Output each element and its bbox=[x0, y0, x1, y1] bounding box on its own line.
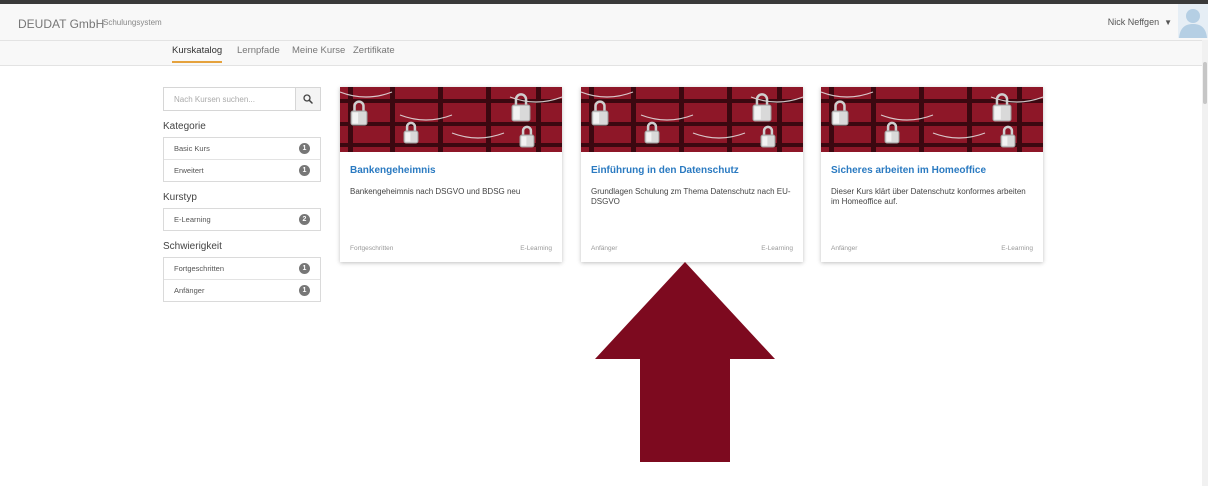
course-type: E-Learning bbox=[1001, 245, 1033, 252]
top-bar: DEUDAT GmbH Schulungsystem Nick Neffgen … bbox=[0, 4, 1208, 41]
user-silhouette-icon bbox=[1179, 9, 1207, 38]
course-type: E-Learning bbox=[761, 245, 793, 252]
filter-item-label: Basic Kurs bbox=[174, 144, 210, 153]
scrollbar[interactable] bbox=[1202, 40, 1208, 486]
filter-item-e-learning[interactable]: E-Learning 2 bbox=[164, 209, 320, 230]
course-description: Bankengeheimnis nach DSGVO und BDSG neu bbox=[350, 187, 521, 196]
filter-item-label: E-Learning bbox=[174, 215, 211, 224]
course-title[interactable]: Bankengeheimnis bbox=[350, 165, 436, 176]
course-title[interactable]: Sicheres arbeiten im Homeoffice bbox=[831, 165, 986, 176]
tab-kurskatalog[interactable]: Kurskatalog bbox=[172, 45, 223, 63]
user-name[interactable]: Nick Neffgen bbox=[1108, 17, 1159, 27]
filter-list-schwierigkeit: Fortgeschritten 1 Anfänger 1 bbox=[163, 257, 321, 302]
search-input[interactable] bbox=[164, 88, 296, 110]
course-level: Anfänger bbox=[591, 245, 618, 252]
up-arrow-icon bbox=[595, 262, 775, 462]
count-badge: 1 bbox=[299, 165, 310, 176]
filter-title-kategorie: Kategorie bbox=[163, 121, 206, 132]
filter-title-schwierigkeit: Schwierigkeit bbox=[163, 241, 222, 252]
main-nav: Kurskatalog Lernpfade Meine Kurse Zertif… bbox=[0, 41, 1208, 66]
course-image bbox=[340, 87, 562, 152]
scrollbar-thumb[interactable] bbox=[1203, 62, 1207, 104]
tab-zertifikate[interactable]: Zertifikate bbox=[353, 45, 395, 65]
filter-item-fortgeschritten[interactable]: Fortgeschritten 1 bbox=[164, 258, 320, 280]
course-level: Anfänger bbox=[831, 245, 858, 252]
filter-item-erweitert[interactable]: Erweitert 1 bbox=[164, 160, 320, 181]
search-button[interactable] bbox=[295, 88, 320, 110]
course-card[interactable]: Einführung in den Datenschutz Grundlagen… bbox=[581, 87, 803, 262]
filter-item-basic-kurs[interactable]: Basic Kurs 1 bbox=[164, 138, 320, 160]
padlock-grate-image bbox=[821, 87, 1043, 152]
course-title[interactable]: Einführung in den Datenschutz bbox=[591, 165, 739, 176]
filter-title-kurstyp: Kurstyp bbox=[163, 192, 197, 203]
course-search bbox=[163, 87, 321, 111]
filter-item-label: Anfänger bbox=[174, 286, 205, 295]
course-card[interactable]: Sicheres arbeiten im Homeoffice Dieser K… bbox=[821, 87, 1043, 262]
tab-meine-kurse[interactable]: Meine Kurse bbox=[292, 45, 345, 65]
count-badge: 1 bbox=[299, 285, 310, 296]
course-image bbox=[581, 87, 803, 152]
avatar[interactable] bbox=[1178, 4, 1208, 38]
filter-list-kategorie: Basic Kurs 1 Erweitert 1 bbox=[163, 137, 321, 182]
filter-item-label: Erweitert bbox=[174, 166, 204, 175]
course-type: E-Learning bbox=[520, 245, 552, 252]
filter-item-anfaenger[interactable]: Anfänger 1 bbox=[164, 280, 320, 301]
arrow-shape bbox=[595, 262, 775, 462]
filter-list-kurstyp: E-Learning 2 bbox=[163, 208, 321, 231]
course-description: Grundlagen Schulung zm Thema Datenschutz… bbox=[591, 187, 791, 206]
tab-lernpfade[interactable]: Lernpfade bbox=[237, 45, 280, 65]
count-badge: 2 bbox=[299, 214, 310, 225]
count-badge: 1 bbox=[299, 143, 310, 154]
app-subtitle: Schulungsystem bbox=[103, 18, 162, 27]
course-image bbox=[821, 87, 1043, 152]
search-icon bbox=[303, 94, 313, 104]
count-badge: 1 bbox=[299, 263, 310, 274]
padlock-grate-image bbox=[340, 87, 562, 152]
course-description: Dieser Kurs klärt über Datenschutz konfo… bbox=[831, 187, 1026, 206]
padlock-grate-image bbox=[581, 87, 803, 152]
chevron-down-icon[interactable]: ▼ bbox=[1164, 18, 1172, 27]
course-card[interactable]: Bankengeheimnis Bankengeheimnis nach DSG… bbox=[340, 87, 562, 262]
course-level: Fortgeschritten bbox=[350, 245, 394, 252]
brand-name[interactable]: DEUDAT GmbH bbox=[18, 17, 104, 31]
filter-item-label: Fortgeschritten bbox=[174, 264, 225, 273]
user-menu[interactable]: Nick Neffgen ▼ bbox=[1108, 17, 1172, 27]
